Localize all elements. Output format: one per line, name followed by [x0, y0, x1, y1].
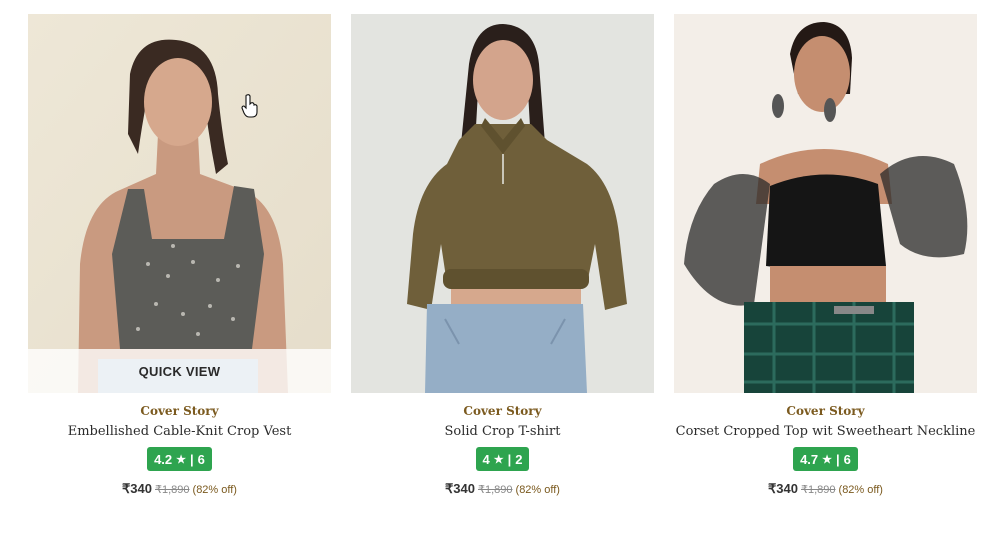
- original-price: ₹1,890: [801, 484, 836, 496]
- product-grid: QUICK VIEW Cover Story Embellished Cable…: [28, 14, 977, 497]
- rating-value: 4: [482, 451, 490, 467]
- product-title[interactable]: Solid Crop T-shirt: [445, 424, 561, 439]
- rating-separator: |: [836, 451, 840, 467]
- original-price: ₹1,890: [478, 484, 513, 496]
- product-brand[interactable]: Cover Story: [463, 404, 541, 418]
- product-image[interactable]: QUICK VIEW: [28, 14, 331, 393]
- sale-price: ₹340: [445, 481, 475, 496]
- star-icon: ★: [493, 453, 504, 466]
- rating-separator: |: [507, 451, 512, 467]
- sale-price: ₹340: [768, 481, 798, 496]
- discount-percent: (82% off): [192, 484, 237, 496]
- product-brand[interactable]: Cover Story: [786, 404, 864, 418]
- discount-percent: (82% off): [515, 484, 560, 496]
- quick-view-button[interactable]: QUICK VIEW: [28, 349, 331, 393]
- original-price: ₹1,890: [155, 484, 190, 496]
- hand-pointer-icon: [241, 94, 258, 118]
- review-count: 2: [515, 451, 523, 467]
- product-title[interactable]: Corset Cropped Top wit Sweetheart Neckli…: [676, 424, 976, 439]
- product-card[interactable]: Cover Story Solid Crop T-shirt 4 ★ | 2 ₹…: [351, 14, 654, 497]
- sale-price: ₹340: [122, 481, 152, 496]
- price-row: ₹340 ₹1,890 (82% off): [768, 481, 883, 497]
- product-image[interactable]: [351, 14, 654, 393]
- price-row: ₹340 ₹1,890 (82% off): [122, 481, 237, 497]
- product-brand[interactable]: Cover Story: [140, 404, 218, 418]
- review-count: 6: [197, 451, 205, 467]
- price-row: ₹340 ₹1,890 (82% off): [445, 481, 560, 497]
- rating-badge: 4.2 ★ | 6: [147, 447, 212, 471]
- rating-separator: |: [190, 451, 194, 467]
- product-card[interactable]: QUICK VIEW Cover Story Embellished Cable…: [28, 14, 331, 497]
- product-title[interactable]: Embellished Cable-Knit Crop Vest: [68, 424, 292, 439]
- product-image[interactable]: [674, 14, 977, 393]
- star-icon: ★: [176, 453, 187, 466]
- product-card[interactable]: Cover Story Corset Cropped Top wit Sweet…: [674, 14, 977, 497]
- rating-badge: 4.7 ★ | 6: [793, 447, 858, 471]
- discount-percent: (82% off): [838, 484, 883, 496]
- star-icon: ★: [822, 453, 833, 466]
- rating-badge: 4 ★ | 2: [475, 447, 530, 471]
- rating-value: 4.7: [800, 451, 819, 467]
- rating-value: 4.2: [154, 451, 173, 467]
- review-count: 6: [843, 451, 851, 467]
